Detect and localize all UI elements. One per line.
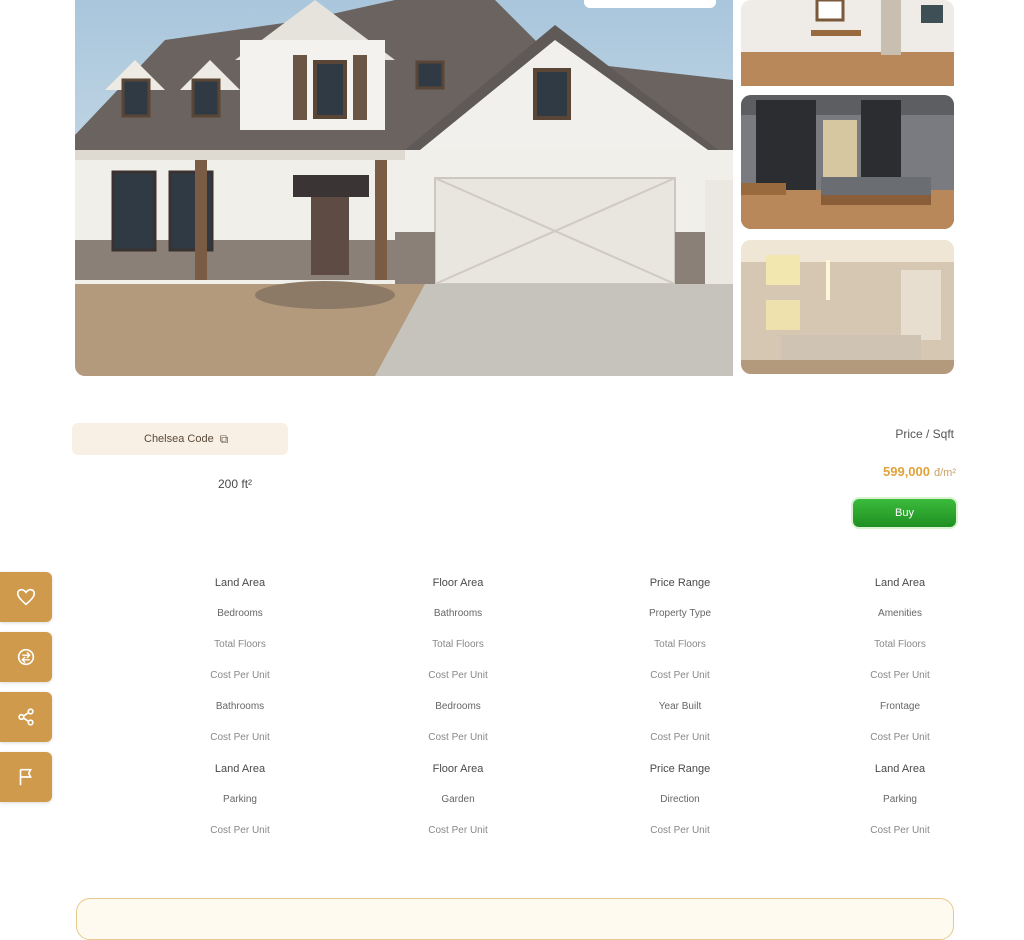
spec-value: Year Built bbox=[658, 701, 702, 712]
heart-icon bbox=[16, 588, 36, 606]
spec-value: Cost Per Unit bbox=[210, 732, 270, 743]
spec-value: Cost Per Unit bbox=[210, 670, 270, 681]
share-icon bbox=[18, 708, 34, 726]
share-button[interactable] bbox=[0, 692, 52, 742]
property-code-text: Chelsea Code bbox=[144, 433, 214, 445]
spec-column-3: Price Range Property Type Total Floors C… bbox=[580, 567, 780, 846]
spec-value: Cost Per Unit bbox=[870, 670, 930, 681]
price-value: 599,000 đ/m² bbox=[852, 464, 956, 479]
price-currency: đ/m² bbox=[934, 467, 956, 479]
price-amount: 599,000 bbox=[883, 464, 930, 479]
spec-value: Cost Per Unit bbox=[650, 670, 710, 681]
report-button[interactable] bbox=[0, 752, 52, 802]
spec-value: Cost Per Unit bbox=[428, 670, 488, 681]
spec-value: Bedrooms bbox=[217, 608, 263, 619]
buy-button[interactable]: Buy bbox=[853, 499, 956, 527]
spec-value: Bedrooms bbox=[435, 701, 481, 712]
spec-value: Bathrooms bbox=[215, 701, 265, 712]
spec-title: Land Area bbox=[874, 576, 926, 589]
spec-title: Floor Area bbox=[432, 576, 484, 589]
photo-count-badge bbox=[584, 0, 716, 8]
spec-value: Cost Per Unit bbox=[428, 825, 488, 836]
price-label: Price / Sqft bbox=[895, 427, 954, 441]
spec-value: Frontage bbox=[879, 701, 921, 712]
spec-value: Cost Per Unit bbox=[650, 732, 710, 743]
spec-value: Price Range bbox=[649, 762, 711, 775]
spec-value: Cost Per Unit bbox=[870, 825, 930, 836]
spec-value: Cost Per Unit bbox=[870, 732, 930, 743]
spec-value: Total Floors bbox=[874, 639, 926, 650]
compare-icon bbox=[17, 648, 35, 666]
bedroom-image bbox=[741, 95, 954, 229]
spec-value: Property Type bbox=[648, 608, 712, 619]
spec-value: Land Area bbox=[874, 762, 926, 775]
spec-value: Total Floors bbox=[654, 639, 706, 650]
spec-value: Total Floors bbox=[432, 639, 484, 650]
spec-column-4: Land Area Amenities Total Floors Cost Pe… bbox=[800, 567, 1000, 846]
hero-photo[interactable] bbox=[75, 0, 733, 376]
living-room-image bbox=[741, 0, 954, 86]
spec-value: Total Floors bbox=[214, 639, 266, 650]
spec-value: Garden bbox=[441, 794, 475, 805]
spec-value: Parking bbox=[883, 794, 917, 805]
flag-icon bbox=[19, 768, 32, 786]
spec-value: Land Area bbox=[214, 762, 266, 775]
spec-value: Bathrooms bbox=[433, 608, 483, 619]
compare-button[interactable] bbox=[0, 632, 52, 682]
copy-icon[interactable]: ⧉ bbox=[220, 432, 229, 447]
thumbnail-bedroom[interactable] bbox=[741, 95, 954, 229]
spec-value: Cost Per Unit bbox=[428, 732, 488, 743]
spec-value: Cost Per Unit bbox=[650, 825, 710, 836]
spec-title: Price Range bbox=[649, 576, 711, 589]
spec-value: Cost Per Unit bbox=[210, 825, 270, 836]
spec-column-1: Land Area Bedrooms Total Floors Cost Per… bbox=[140, 567, 340, 846]
spec-value: Parking bbox=[223, 794, 257, 805]
property-code-badge: Chelsea Code ⧉ bbox=[72, 423, 288, 455]
spec-title: Land Area bbox=[214, 576, 266, 589]
description-card bbox=[76, 898, 954, 940]
spec-value: Floor Area bbox=[432, 762, 484, 775]
spec-value: Direction bbox=[660, 794, 700, 805]
area-text: 200 ft² bbox=[218, 477, 253, 491]
favorite-button[interactable] bbox=[0, 572, 52, 622]
bathroom-image bbox=[741, 240, 954, 374]
thumbnail-bathroom[interactable] bbox=[741, 240, 954, 374]
house-exterior-image bbox=[75, 0, 733, 376]
spec-column-2: Floor Area Bathrooms Total Floors Cost P… bbox=[358, 567, 558, 846]
spec-value: Amenities bbox=[878, 608, 922, 619]
